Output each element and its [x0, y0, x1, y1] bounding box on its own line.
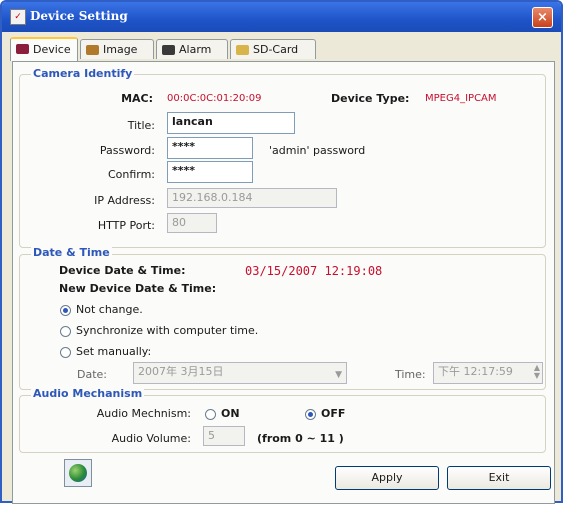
- close-button[interactable]: ×: [532, 7, 553, 28]
- confirm-password-input[interactable]: ****: [167, 161, 253, 183]
- alarm-tab-icon: [162, 45, 175, 55]
- radio-audio-off-label: OFF: [321, 407, 346, 420]
- tab-alarm-label: Alarm: [179, 43, 212, 56]
- date-time-title: Date & Time: [31, 246, 112, 259]
- password-input[interactable]: ****: [167, 137, 253, 159]
- password-hint: 'admin' password: [269, 144, 366, 157]
- radio-audio-off[interactable]: [305, 409, 316, 420]
- audio-volume-range: (from 0 ~ 11 ): [257, 432, 344, 445]
- window-title: Device Setting: [30, 9, 128, 23]
- tab-image[interactable]: Image: [80, 39, 154, 59]
- device-date-time-value: 03/15/2007 12:19:08: [245, 264, 383, 278]
- ip-address-label: IP Address:: [94, 194, 155, 207]
- mac-value: 00:0C:0C:01:20:09: [167, 93, 262, 104]
- date-picker[interactable]: 2007年 3月15日 ▼: [133, 362, 347, 384]
- app-icon: ✓: [10, 9, 26, 25]
- globe-icon[interactable]: [64, 459, 92, 487]
- tab-image-label: Image: [103, 43, 138, 56]
- new-device-date-time-label: New Device Date & Time:: [59, 282, 217, 295]
- radio-set-manually-label: Set manually:: [76, 345, 152, 358]
- device-tab-icon: [16, 44, 29, 54]
- radio-set-manually[interactable]: [60, 347, 71, 358]
- title-bar[interactable]: ✓ Device Setting ×: [2, 2, 561, 32]
- title-input[interactable]: lancan: [167, 112, 295, 134]
- apply-button[interactable]: Apply: [335, 466, 439, 490]
- camera-identify-title: Camera Identify: [31, 67, 135, 80]
- http-port-label: HTTP Port:: [97, 219, 155, 232]
- device-type-label: Device Type:: [331, 92, 410, 105]
- chevron-down-icon: ▼: [335, 370, 342, 380]
- sd-card-tab-icon: [236, 45, 249, 55]
- radio-not-change[interactable]: [60, 305, 71, 316]
- time-label: Time:: [395, 368, 426, 381]
- tab-sd-card[interactable]: SD-Card: [230, 39, 316, 59]
- radio-not-change-label: Not change.: [76, 303, 143, 316]
- audio-mechanism-title: Audio Mechanism: [31, 387, 145, 400]
- http-port-input[interactable]: 80: [167, 213, 217, 233]
- time-picker[interactable]: 下午 12:17:59 ▲ ▼: [433, 362, 543, 384]
- time-value: 下午 12:17:59: [438, 365, 513, 378]
- password-label: Password:: [99, 144, 155, 157]
- device-type-value: MPEG4_IPCAM: [425, 93, 497, 104]
- device-date-time-label: Device Date & Time:: [59, 264, 186, 277]
- radio-audio-on-label: ON: [221, 407, 240, 420]
- image-tab-icon: [86, 45, 99, 55]
- radio-audio-on[interactable]: [205, 409, 216, 420]
- tab-device[interactable]: Device: [10, 37, 78, 61]
- spinner-arrows-icon: ▲ ▼: [533, 363, 540, 380]
- tab-device-label: Device: [33, 43, 71, 56]
- audio-volume-input[interactable]: 5: [203, 426, 245, 446]
- audio-volume-label: Audio Volume:: [111, 432, 191, 445]
- exit-button[interactable]: Exit: [447, 466, 551, 490]
- ip-address-input[interactable]: 192.168.0.184: [167, 188, 337, 208]
- confirm-label: Confirm:: [107, 168, 155, 181]
- radio-sync-computer-time[interactable]: [60, 326, 71, 337]
- date-value: 2007年 3月15日: [138, 365, 224, 378]
- date-label: Date:: [77, 368, 107, 381]
- mac-label: MAC:: [121, 92, 153, 105]
- device-setting-window: ✓ Device Setting × Device Image Alarm SD…: [0, 0, 563, 504]
- title-label: Title:: [127, 119, 155, 132]
- tab-sd-card-label: SD-Card: [253, 43, 299, 56]
- audio-mechanism-label: Audio Mechnism:: [96, 407, 191, 420]
- tab-alarm[interactable]: Alarm: [156, 39, 228, 59]
- radio-sync-computer-time-label: Synchronize with computer time.: [76, 324, 259, 337]
- device-tab-panel: Camera Identify MAC: 00:0C:0C:01:20:09 D…: [12, 61, 555, 504]
